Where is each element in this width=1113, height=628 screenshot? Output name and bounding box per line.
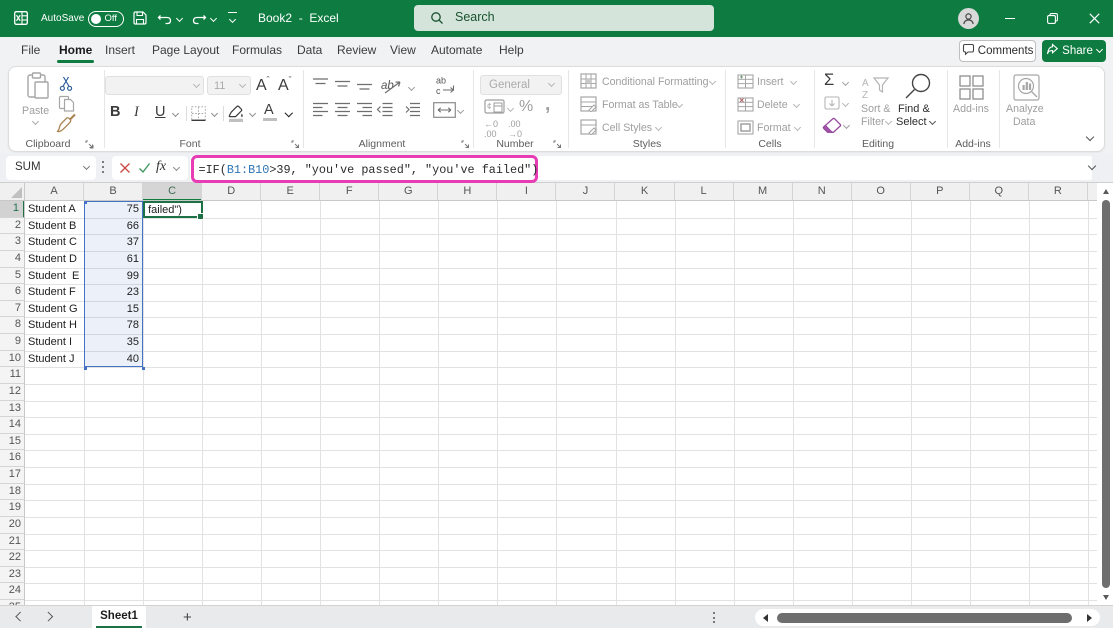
- svg-text:A: A: [862, 78, 869, 89]
- svg-text:Z: Z: [862, 90, 868, 100]
- svg-text:ab: ab: [381, 80, 394, 92]
- svg-text:c: c: [436, 86, 441, 96]
- svg-text:ab: ab: [436, 76, 446, 86]
- svg-text:¢: ¢: [487, 102, 491, 111]
